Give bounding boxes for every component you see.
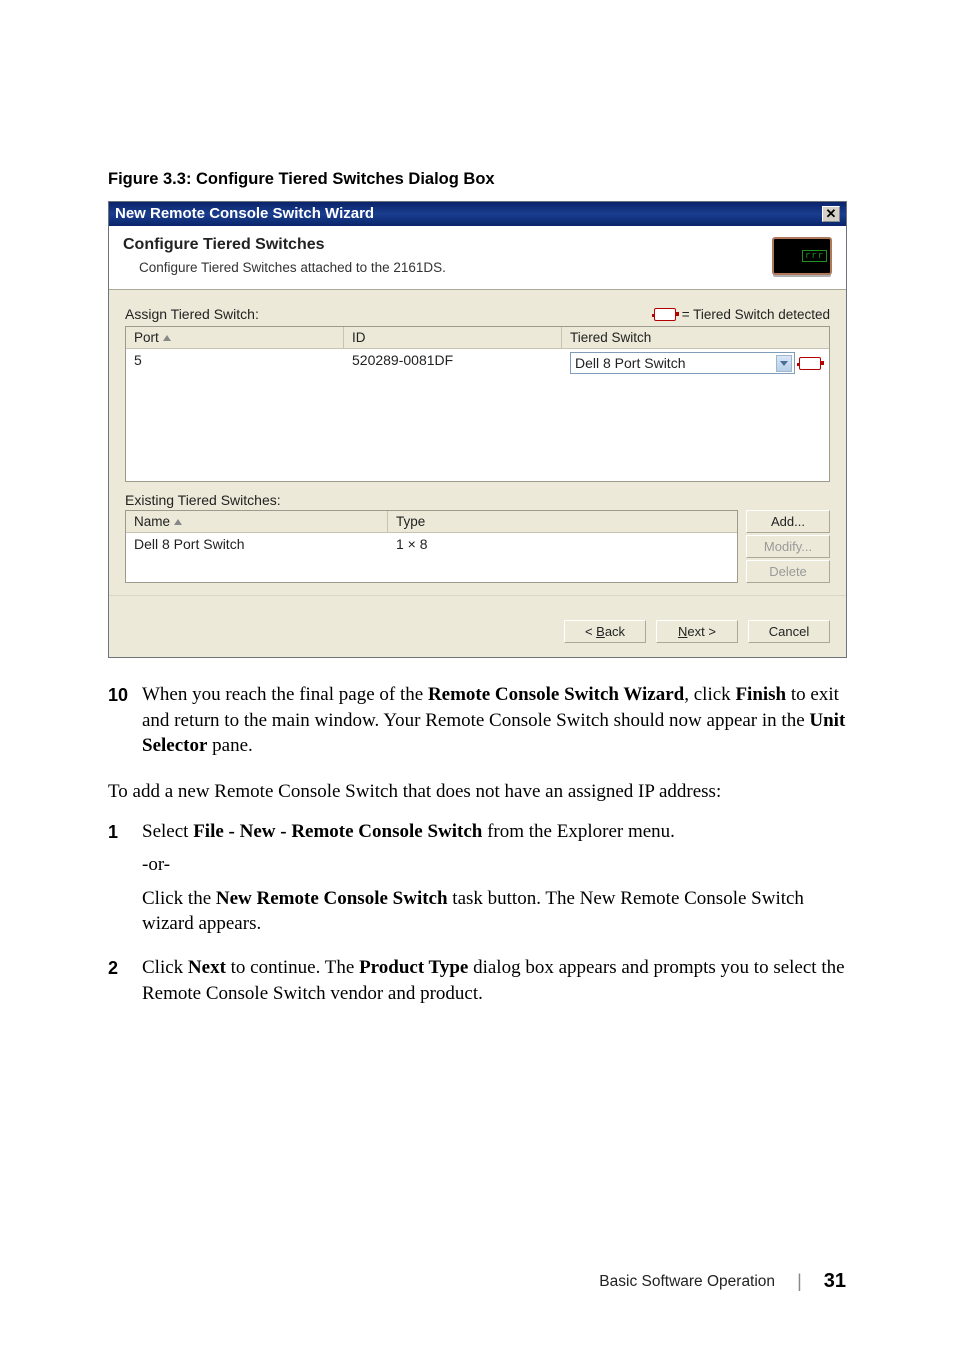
- next-button[interactable]: Next >: [656, 620, 738, 643]
- delete-button[interactable]: Delete: [746, 560, 830, 583]
- step-number: 10: [108, 682, 142, 767]
- column-name[interactable]: Name: [126, 511, 388, 532]
- existing-table: Name Type Dell 8 Port Switch 1 × 8: [125, 510, 738, 583]
- footer-divider: |: [797, 1271, 802, 1292]
- column-tiered-switch[interactable]: Tiered Switch: [562, 327, 829, 348]
- column-type[interactable]: Type: [388, 511, 737, 532]
- separator: [109, 595, 846, 596]
- sort-ascending-icon: [163, 335, 171, 341]
- column-port[interactable]: Port: [126, 327, 344, 348]
- cell-type: 1 × 8: [388, 533, 737, 555]
- assign-table-body: 5 520289-0081DF Dell 8 Port Switch: [126, 349, 829, 481]
- step-body: Select File - New - Remote Console Switc…: [142, 819, 846, 946]
- step-1: 1 Select File - New - Remote Console Swi…: [108, 819, 846, 946]
- existing-table-body: Dell 8 Port Switch 1 × 8: [126, 533, 737, 581]
- assign-table: Port ID Tiered Switch 5 520289-0081DF De…: [125, 326, 830, 482]
- legend: = Tiered Switch detected: [654, 307, 830, 322]
- assign-label: Assign Tiered Switch:: [125, 306, 259, 322]
- select-value: Dell 8 Port Switch: [575, 355, 685, 371]
- step-number: 2: [108, 955, 142, 1014]
- chevron-down-icon[interactable]: [776, 355, 792, 372]
- footer-section: Basic Software Operation: [599, 1273, 775, 1291]
- add-button[interactable]: Add...: [746, 510, 830, 533]
- cell-name: Dell 8 Port Switch: [126, 533, 388, 555]
- close-icon[interactable]: ✕: [822, 206, 840, 222]
- cell-tiered: Dell 8 Port Switch: [562, 351, 829, 375]
- column-id[interactable]: ID: [344, 327, 562, 348]
- header-title: Configure Tiered Switches: [123, 236, 446, 254]
- step-body: Click Next to continue. The Product Type…: [142, 955, 846, 1014]
- column-port-label: Port: [134, 330, 159, 345]
- dialog-window: New Remote Console Switch Wizard ✕ Confi…: [108, 201, 847, 658]
- device-icon: [772, 237, 832, 275]
- existing-row-wrap: Name Type Dell 8 Port Switch 1 × 8 Add..…: [125, 510, 830, 583]
- step-2: 2 Click Next to continue. The Product Ty…: [108, 955, 846, 1014]
- assign-table-header: Port ID Tiered Switch: [126, 327, 829, 349]
- existing-label: Existing Tiered Switches:: [125, 492, 830, 508]
- table-row: 5 520289-0081DF Dell 8 Port Switch: [126, 349, 829, 377]
- cancel-button[interactable]: Cancel: [748, 620, 830, 643]
- cell-port: 5: [126, 351, 344, 375]
- tiered-switch-icon: [654, 308, 676, 321]
- paragraph: To add a new Remote Console Switch that …: [108, 779, 846, 805]
- table-row: Dell 8 Port Switch 1 × 8: [126, 533, 737, 555]
- step-number: 1: [108, 819, 142, 946]
- legend-row: Assign Tiered Switch: = Tiered Switch de…: [125, 306, 830, 322]
- page-footer: Basic Software Operation | 31: [108, 1270, 846, 1293]
- existing-table-header: Name Type: [126, 511, 737, 533]
- side-buttons: Add... Modify... Delete: [746, 510, 830, 583]
- dialog-footer: < Back Next > Cancel: [109, 608, 846, 657]
- document-text: 10 When you reach the final page of the …: [108, 682, 846, 1014]
- page-number: 31: [824, 1270, 846, 1293]
- modify-button[interactable]: Modify...: [746, 535, 830, 558]
- titlebar: New Remote Console Switch Wizard ✕: [109, 202, 846, 226]
- legend-text: = Tiered Switch detected: [682, 307, 830, 322]
- dialog-body: Assign Tiered Switch: = Tiered Switch de…: [109, 290, 846, 608]
- sort-ascending-icon: [174, 519, 182, 525]
- tiered-switch-detected-icon: [799, 357, 821, 370]
- header-text: Configure Tiered Switches Configure Tier…: [123, 236, 446, 275]
- back-button[interactable]: < Back: [564, 620, 646, 643]
- figure-caption: Figure 3.3: Configure Tiered Switches Di…: [108, 170, 846, 189]
- step-body: When you reach the final page of the Rem…: [142, 682, 846, 767]
- column-name-label: Name: [134, 514, 170, 529]
- step-10: 10 When you reach the final page of the …: [108, 682, 846, 767]
- cell-id: 520289-0081DF: [344, 351, 562, 375]
- dialog-header: Configure Tiered Switches Configure Tier…: [109, 226, 846, 290]
- header-subtitle: Configure Tiered Switches attached to th…: [123, 260, 446, 275]
- window-title: New Remote Console Switch Wizard: [115, 205, 374, 222]
- tiered-switch-select[interactable]: Dell 8 Port Switch: [570, 352, 795, 374]
